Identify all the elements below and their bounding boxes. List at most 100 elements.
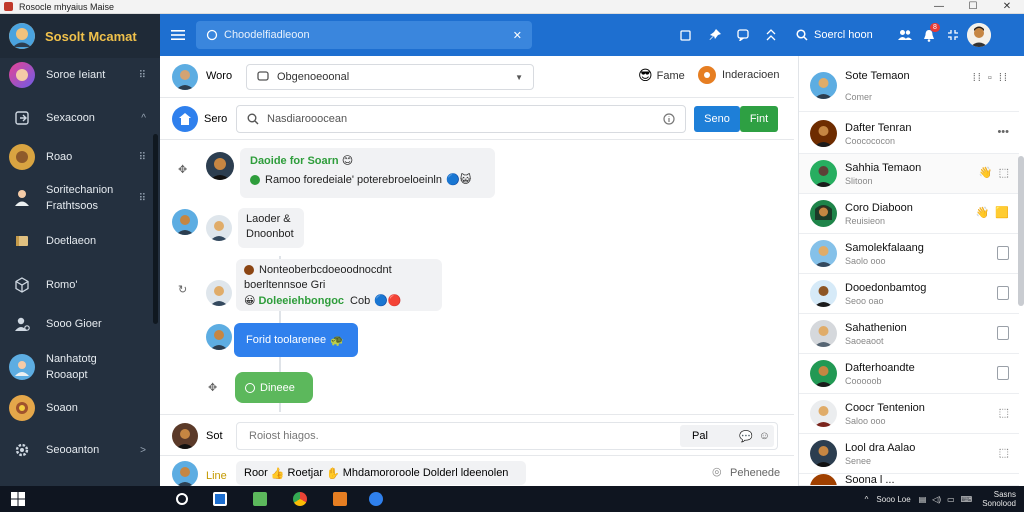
interaction-toggle[interactable]: Inderacioen <box>698 66 780 84</box>
window-controls-icon[interactable]: ⁞⁞ ▫ ⁞⁞ <box>973 72 1009 84</box>
message-bubble[interactable]: Daoide for Soarn 😊 Ramoo foredeiale' pot… <box>240 148 495 198</box>
select-checkbox[interactable] <box>997 286 1009 300</box>
contact-row[interactable]: Samolekfalaang Saolo ooo <box>799 234 1019 274</box>
maximize-button[interactable]: ☐ <box>956 0 990 14</box>
taskbar-app-1[interactable] <box>212 491 228 507</box>
tray-text[interactable]: Sooo Loe <box>876 495 910 504</box>
sticker-icon[interactable]: 🟨 <box>995 206 1009 219</box>
message-line: Laoder & <box>246 213 291 225</box>
start-button[interactable] <box>10 491 26 507</box>
taskbar-app-2[interactable] <box>252 491 268 507</box>
sidebar-item-roao[interactable]: Roao ⠿ <box>0 144 154 170</box>
drag-handle-icon[interactable]: ⠿ <box>139 70 146 81</box>
sidebar-item-romo[interactable]: Romo' <box>0 272 154 298</box>
message-pill-blue[interactable]: Forid toolarenee 🐢 <box>234 323 358 357</box>
sidebar-item-sexacoon[interactable]: Sexacoon ^ <box>0 105 154 131</box>
chevron-up-icon[interactable]: ^ <box>141 113 146 124</box>
notifications-button[interactable]: 8 <box>916 14 942 56</box>
chevron-right-icon[interactable]: > <box>140 445 146 456</box>
drag-handle-icon[interactable]: ⠿ <box>139 152 146 163</box>
select-box-icon[interactable]: ⬚ <box>999 446 1009 459</box>
footer-avatar[interactable] <box>172 461 198 487</box>
keyboard-icon[interactable]: ⌨ <box>961 495 973 504</box>
contact-row[interactable]: Sote Temaon Comer ⁞⁞ ▫ ⁞⁞ <box>799 60 1019 112</box>
grid-button[interactable] <box>942 14 964 56</box>
sidebar-item-soaon[interactable]: Soaon <box>0 395 154 421</box>
refresh-icon[interactable]: ↻ <box>178 283 187 296</box>
chat-bubble-icon[interactable]: 💬 <box>739 430 753 443</box>
minimize-button[interactable]: — <box>922 0 956 14</box>
network-icon[interactable]: ▤ <box>919 495 927 504</box>
fame-toggle[interactable]: 😎 Fame <box>638 67 685 84</box>
reply-avatar[interactable] <box>172 423 198 449</box>
emoji-picker-icon[interactable]: ☺ <box>759 430 770 442</box>
people-button[interactable] <box>894 14 916 56</box>
message-avatar[interactable] <box>206 324 232 350</box>
post-button[interactable]: Fint <box>740 106 778 132</box>
contact-row[interactable]: Lool dra Aalao Senee ⬚ <box>799 434 1019 474</box>
sidebar-item-nanhatotg[interactable]: Nanhatotg Rooaopt <box>0 351 154 383</box>
sidebar-scrollbar[interactable] <box>153 134 158 324</box>
footer-bubble[interactable]: Roor 👍 Roetjar ✋ Mhdamororoole Dolderl l… <box>236 461 526 485</box>
taskbar-app-4[interactable] <box>368 491 384 507</box>
taskbar-app-3[interactable] <box>332 491 348 507</box>
home-icon[interactable] <box>172 106 198 132</box>
select-box-icon[interactable]: ⬚ <box>999 406 1009 419</box>
message-pill-green[interactable]: Dineee <box>235 372 313 403</box>
contacts-scrollbar[interactable] <box>1018 156 1024 306</box>
sidebar-item-sooo-gioer[interactable]: Sooo Gioer <box>0 311 154 337</box>
taskbar-chrome[interactable] <box>292 491 308 507</box>
global-search-input[interactable]: Choodelfiadleoon ✕ <box>196 21 532 49</box>
window-toggle-button[interactable] <box>674 14 696 56</box>
select-checkbox[interactable] <box>997 326 1009 340</box>
sender-avatar[interactable] <box>172 64 198 90</box>
battery-icon[interactable]: ▭ <box>947 495 955 504</box>
account-avatar[interactable] <box>964 14 994 56</box>
contact-row[interactable]: Soona l ... <box>799 474 1019 486</box>
compose-search-input[interactable]: Nasdiarooocean <box>236 105 686 133</box>
sidebar-item-settings[interactable]: Seooanton > <box>0 437 154 463</box>
info-icon[interactable] <box>663 113 675 125</box>
contact-row[interactable]: Coro Diaboon Reuisieon 👋 🟨 <box>799 194 1019 234</box>
clock[interactable]: Sasns Sonolood <box>982 490 1016 508</box>
message-bubble[interactable]: Nonteoberbcdoeoodnocdnt boerltennsoe Gri… <box>236 259 442 311</box>
select-box-icon[interactable]: ⬚ <box>999 166 1009 179</box>
send-button[interactable]: Seno <box>694 106 740 132</box>
message-avatar[interactable] <box>206 215 232 241</box>
select-checkbox[interactable] <box>997 246 1009 260</box>
channel-select[interactable]: Obgenoeoonal ▼ <box>246 64 534 90</box>
close-button[interactable]: ✕ <box>990 0 1024 14</box>
message-avatar[interactable] <box>206 280 232 306</box>
message-avatar[interactable] <box>172 209 198 235</box>
select-checkbox[interactable] <box>997 366 1009 380</box>
message-avatar[interactable] <box>206 152 234 180</box>
reply-input[interactable]: Roiost hiagos. Pal 💬 ☺ <box>236 422 778 450</box>
people-search-button[interactable]: Soercl hoon <box>796 14 886 56</box>
reply-row: Sot Roiost hiagos. Pal 💬 ☺ <box>160 414 794 456</box>
sidebar-item-doetlaeon[interactable]: Doetlaeon <box>0 228 154 254</box>
sidebar-item-soroe[interactable]: Soroe Ieiant ⠿ <box>0 62 154 88</box>
contact-row[interactable]: Sahathenion Saoeaoot <box>799 314 1019 354</box>
volume-icon[interactable]: ◁) <box>932 495 941 504</box>
move-icon[interactable]: ✥ <box>178 163 187 176</box>
drag-handle-icon[interactable]: ⠿ <box>139 193 146 204</box>
contact-row[interactable]: Dooedonbamtog Seoo oao <box>799 274 1019 314</box>
contact-row[interactable]: Dafterhoandte Cooooob <box>799 354 1019 394</box>
chevron-up-icon[interactable]: ^ <box>865 495 869 504</box>
clear-search-icon[interactable]: ✕ <box>513 29 522 42</box>
more-icon[interactable]: ••• <box>997 126 1009 138</box>
expand-button[interactable] <box>760 14 782 56</box>
hamburger-menu-button[interactable] <box>160 14 196 56</box>
pin-button[interactable] <box>704 14 726 56</box>
contact-row[interactable]: Dafter Tenran Coocococon ••• <box>799 114 1019 154</box>
contact-row[interactable]: Coocr Tentenion Saloo ooo ⬚ <box>799 394 1019 434</box>
reply-mini-field[interactable]: Pal 💬 ☺ <box>680 425 774 447</box>
sidebar-brand[interactable]: Sosolt Mcamat <box>0 14 160 58</box>
contact-row[interactable]: Sahhia Temaon Slitoon 👋 ⬚ <box>799 154 1019 194</box>
message-fragment: Gri <box>310 279 326 291</box>
sidebar-item-soritechanion[interactable]: Soritechanion Frathtsoos ⠿ <box>0 182 154 214</box>
message-bubble[interactable]: Laoder & Dnoonbot <box>238 208 304 248</box>
move-icon[interactable]: ✥ <box>208 381 217 394</box>
message-button[interactable] <box>732 14 754 56</box>
taskbar-cortana[interactable] <box>174 491 190 507</box>
